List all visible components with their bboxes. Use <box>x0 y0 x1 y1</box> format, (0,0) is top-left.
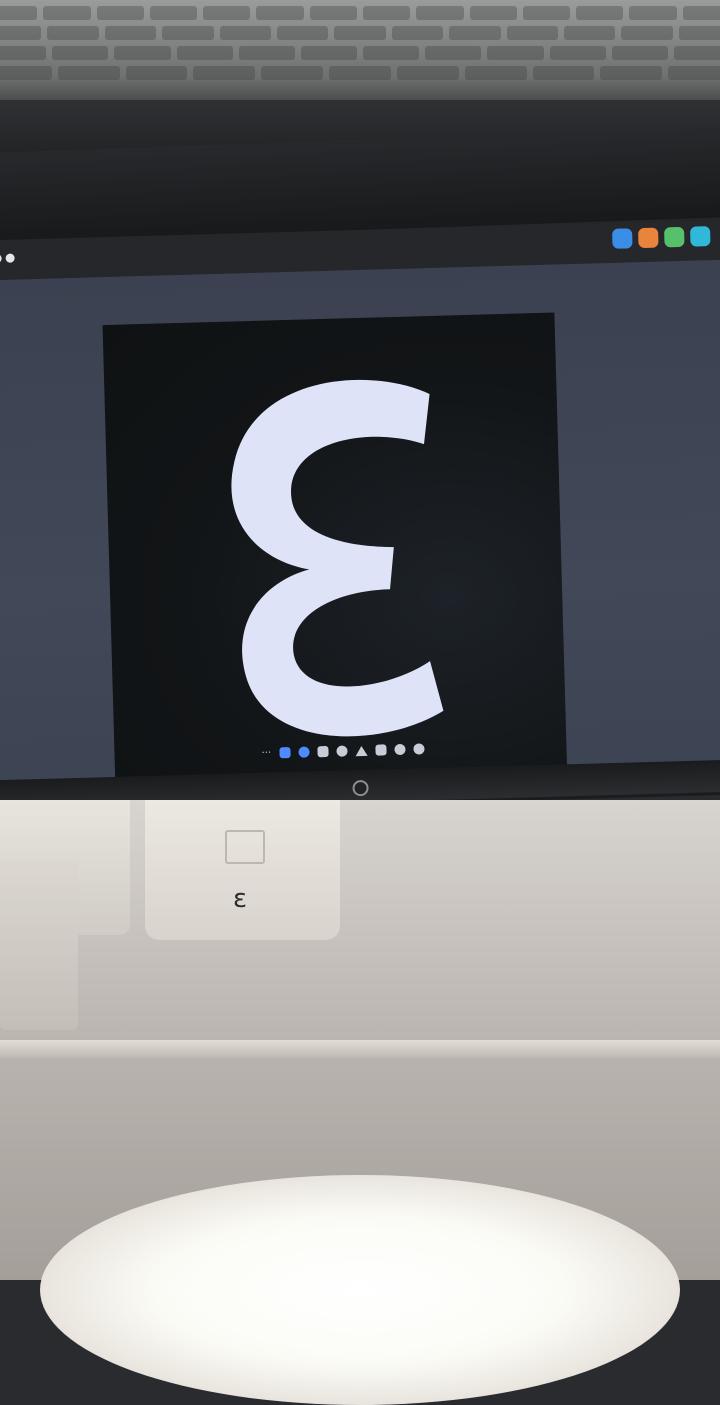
desk-area: ɛ <box>0 800 720 1405</box>
blue-app-icon[interactable] <box>612 228 633 249</box>
document-icon[interactable] <box>374 744 387 756</box>
left-stand-base <box>0 860 78 1030</box>
chat-icon[interactable] <box>297 746 310 758</box>
triangle-icon[interactable] <box>354 745 368 756</box>
email-icon[interactable] <box>316 745 329 758</box>
monitor: ··· <box>0 219 720 816</box>
shelf-edge <box>0 1040 720 1058</box>
sync-icon[interactable] <box>393 743 406 756</box>
desk-holder: ɛ <box>145 800 340 940</box>
window-controls[interactable] <box>0 253 15 264</box>
green-app-icon[interactable] <box>664 226 685 248</box>
teal-app-icon[interactable] <box>690 226 711 247</box>
laptop-keyboard <box>0 0 720 110</box>
settings-icon[interactable] <box>335 745 348 757</box>
lamp-light <box>40 1175 680 1405</box>
browser-icon[interactable] <box>638 227 659 249</box>
holder-slot <box>225 830 265 864</box>
image-viewer-photo[interactable] <box>102 312 568 791</box>
image-viewer-icon[interactable] <box>278 747 291 759</box>
desktop-screen <box>0 259 720 811</box>
window-dot-icon[interactable] <box>0 253 2 264</box>
gear-icon[interactable] <box>412 743 425 755</box>
epsilon-glyph-image <box>231 379 444 737</box>
system-tray <box>612 226 711 249</box>
more-icon[interactable]: ··· <box>261 748 271 759</box>
window-dot-icon[interactable] <box>5 253 15 263</box>
holder-glyph: ɛ <box>233 884 248 914</box>
